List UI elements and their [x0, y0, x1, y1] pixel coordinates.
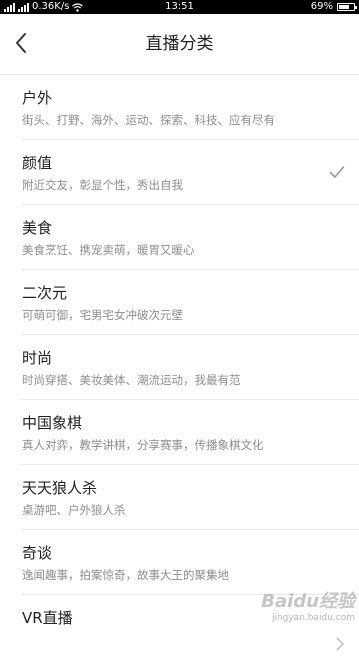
category-item-outdoor[interactable]: 户外 街头、打野、海外、运动、探索、科技、应有尽有 [22, 75, 359, 140]
watermark: Baidu经验 jingyan.baidu.com [235, 591, 355, 631]
watermark-url: jingyan.baidu.com [271, 613, 355, 623]
chevron-right-icon [336, 637, 344, 651]
category-list: 户外 街头、打野、海外、运动、探索、科技、应有尽有 颜值 附近交友，彰显个性，秀… [0, 75, 359, 660]
category-subtitle: 美食烹饪、携宠卖萌，暖胃又暖心 [22, 243, 195, 257]
category-title: 中国象棋 [22, 414, 83, 432]
checkmark-icon [329, 166, 345, 178]
nav-bar: 直播分类 [0, 14, 359, 75]
category-subtitle: 逸闻趣事，拍案惊奇，故事大王的聚集地 [22, 568, 229, 582]
status-right: 69% [310, 0, 357, 14]
category-title: VR直播 [22, 609, 73, 627]
status-time: 13:51 [165, 1, 194, 12]
category-item-food[interactable]: 美食 美食烹饪、携宠卖萌，暖胃又暖心 [22, 205, 359, 270]
category-subtitle: 桌游吧、户外狼人杀 [22, 503, 126, 517]
battery-fill [339, 5, 349, 9]
category-subtitle: 可萌可御，宅男宅女冲破次元壁 [22, 308, 183, 322]
category-item-stories[interactable]: 奇谈 逸闻趣事，拍案惊奇，故事大王的聚集地 [22, 530, 359, 595]
page-title: 直播分类 [145, 34, 214, 54]
category-subtitle: 附近交友，彰显个性，秀出自我 [22, 178, 183, 192]
category-title: 时尚 [22, 349, 53, 367]
watermark-brand: Baidu经验 [261, 591, 355, 612]
category-title: 户外 [22, 89, 53, 107]
category-subtitle: 时尚穿搭、美妆美体、潮流运动，我最有范 [22, 373, 241, 387]
category-item-fashion[interactable]: 时尚 时尚穿搭、美妆美体、潮流运动，我最有范 [22, 335, 359, 400]
category-title: 美食 [22, 219, 53, 237]
battery-icon [337, 3, 357, 11]
category-title: 颜值 [22, 154, 53, 172]
category-subtitle: 真人对弈，教学讲棋，分享赛事，传播象棋文化 [22, 438, 264, 452]
battery-percent: 69% [310, 1, 333, 12]
category-item-looks[interactable]: 颜值 附近交友，彰显个性，秀出自我 [22, 140, 359, 205]
category-title: 奇谈 [22, 544, 53, 562]
category-title: 二次元 [22, 284, 68, 302]
category-title: 天天狼人杀 [22, 479, 98, 497]
category-item-anime[interactable]: 二次元 可萌可御，宅男宅女冲破次元壁 [22, 270, 359, 335]
category-item-chess[interactable]: 中国象棋 真人对弈，教学讲棋，分享赛事，传播象棋文化 [22, 400, 359, 465]
category-subtitle: 街头、打野、海外、运动、探索、科技、应有尽有 [22, 113, 275, 127]
category-item-werewolf[interactable]: 天天狼人杀 桌游吧、户外狼人杀 [22, 465, 359, 530]
status-bar: 0.36K/s 13:51 69% [0, 0, 359, 14]
